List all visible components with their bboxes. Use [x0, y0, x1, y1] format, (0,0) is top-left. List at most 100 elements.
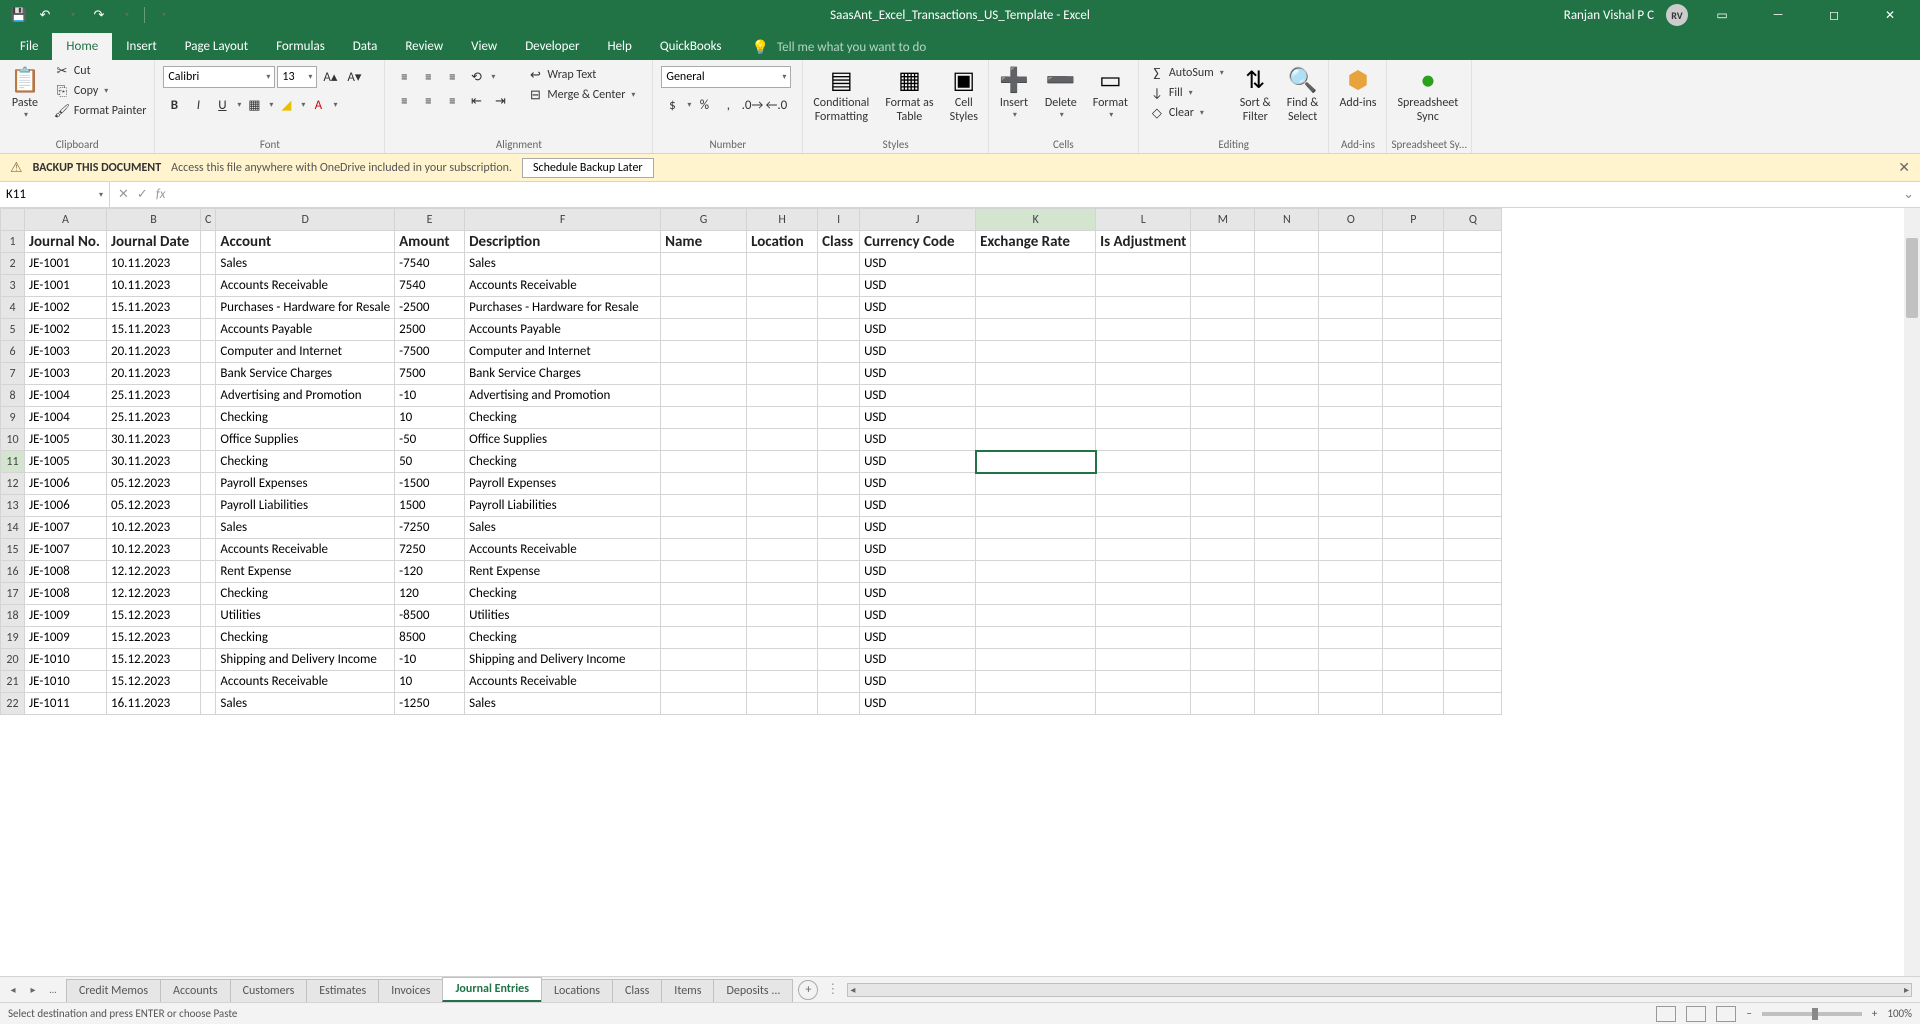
- cell[interactable]: [1319, 385, 1383, 407]
- ribbon-tab-developer[interactable]: Developer: [511, 33, 593, 60]
- cell[interactable]: [1383, 693, 1444, 715]
- cell[interactable]: Accounts Receivable: [216, 671, 395, 693]
- cell[interactable]: [1255, 429, 1319, 451]
- cell[interactable]: [1255, 231, 1319, 253]
- cell[interactable]: JE-1001: [25, 275, 107, 297]
- sheet-tab[interactable]: Items: [661, 979, 714, 1002]
- zoom-in-button[interactable]: +: [1872, 1007, 1877, 1020]
- cell[interactable]: [818, 253, 860, 275]
- cell[interactable]: [1255, 693, 1319, 715]
- cell[interactable]: [1383, 451, 1444, 473]
- sheet-tab[interactable]: Credit Memos: [66, 979, 161, 1002]
- cell[interactable]: [747, 605, 818, 627]
- cell[interactable]: 25.11.2023: [107, 385, 201, 407]
- cell[interactable]: JE-1003: [25, 341, 107, 363]
- merge-center-button[interactable]: ⊟Merge & Center▾: [523, 86, 639, 104]
- cell[interactable]: [1191, 385, 1255, 407]
- cell[interactable]: [1444, 363, 1502, 385]
- cell[interactable]: [1191, 693, 1255, 715]
- cell[interactable]: [1383, 605, 1444, 627]
- cell[interactable]: [1319, 627, 1383, 649]
- qat-customize[interactable]: ▾: [155, 6, 173, 24]
- cell[interactable]: [818, 561, 860, 583]
- wrap-text-button[interactable]: ↩Wrap Text: [523, 66, 639, 84]
- cell[interactable]: 16.11.2023: [107, 693, 201, 715]
- cell[interactable]: [201, 473, 216, 495]
- font-size-selector[interactable]: 13▾: [277, 66, 317, 88]
- cell[interactable]: JE-1009: [25, 605, 107, 627]
- cell[interactable]: [661, 693, 747, 715]
- cell[interactable]: JE-1002: [25, 319, 107, 341]
- cell[interactable]: [1191, 253, 1255, 275]
- cell[interactable]: 15.12.2023: [107, 649, 201, 671]
- zoom-slider[interactable]: [1762, 1012, 1862, 1016]
- cell[interactable]: [1191, 451, 1255, 473]
- cell[interactable]: [201, 363, 216, 385]
- cell[interactable]: [976, 671, 1096, 693]
- cell[interactable]: Shipping and Delivery Income: [465, 649, 661, 671]
- cell[interactable]: Office Supplies: [216, 429, 395, 451]
- cell[interactable]: Sales: [216, 253, 395, 275]
- cell[interactable]: Accounts Receivable: [465, 671, 661, 693]
- cell[interactable]: [1096, 473, 1191, 495]
- cell[interactable]: Rent Expense: [465, 561, 661, 583]
- undo-icon[interactable]: ↶: [36, 6, 54, 24]
- column-header[interactable]: I: [818, 209, 860, 231]
- cell[interactable]: -10: [395, 385, 465, 407]
- cell[interactable]: -7250: [395, 517, 465, 539]
- cell[interactable]: [747, 341, 818, 363]
- column-header[interactable]: E: [395, 209, 465, 231]
- align-bottom-icon[interactable]: ≡: [441, 66, 463, 88]
- cell[interactable]: [1191, 319, 1255, 341]
- cell[interactable]: [1255, 561, 1319, 583]
- cell[interactable]: [1444, 649, 1502, 671]
- row-header[interactable]: 14: [1, 517, 25, 539]
- normal-view-button[interactable]: [1656, 1006, 1676, 1022]
- cell[interactable]: Computer and Internet: [465, 341, 661, 363]
- cell[interactable]: [1096, 319, 1191, 341]
- column-header[interactable]: M: [1191, 209, 1255, 231]
- cell[interactable]: [201, 253, 216, 275]
- cell[interactable]: Sales: [465, 693, 661, 715]
- comma-format-icon[interactable]: ,: [717, 94, 739, 116]
- ribbon-tab-home[interactable]: Home: [52, 33, 112, 60]
- column-header[interactable]: Q: [1444, 209, 1502, 231]
- cell[interactable]: [1383, 319, 1444, 341]
- cell[interactable]: [1191, 583, 1255, 605]
- increase-font-icon[interactable]: A▴: [319, 66, 341, 88]
- cell[interactable]: 20.11.2023: [107, 363, 201, 385]
- bold-button[interactable]: B: [163, 94, 185, 116]
- cell[interactable]: [201, 275, 216, 297]
- row-header[interactable]: 21: [1, 671, 25, 693]
- cell[interactable]: [1383, 363, 1444, 385]
- cell[interactable]: [1383, 561, 1444, 583]
- cell[interactable]: [1096, 275, 1191, 297]
- cell[interactable]: 10.11.2023: [107, 253, 201, 275]
- cell[interactable]: JE-1006: [25, 495, 107, 517]
- cell[interactable]: [818, 693, 860, 715]
- cell[interactable]: [1096, 517, 1191, 539]
- autosum-button[interactable]: ∑AutoSum▾: [1145, 64, 1228, 82]
- cell[interactable]: 30.11.2023: [107, 451, 201, 473]
- sheet-nav-last-icon[interactable]: ▸: [24, 981, 42, 999]
- cell[interactable]: Exchange Rate: [976, 231, 1096, 253]
- cell[interactable]: [1191, 473, 1255, 495]
- cell[interactable]: Purchases - Hardware for Resale: [216, 297, 395, 319]
- cell[interactable]: USD: [860, 253, 976, 275]
- cell[interactable]: [1319, 671, 1383, 693]
- cell[interactable]: -50: [395, 429, 465, 451]
- cell[interactable]: [1444, 231, 1502, 253]
- cell[interactable]: Bank Service Charges: [465, 363, 661, 385]
- cell[interactable]: [818, 451, 860, 473]
- vertical-scrollbar[interactable]: [1904, 208, 1920, 976]
- format-cells-button[interactable]: ▭Format▾: [1087, 62, 1134, 122]
- cell[interactable]: USD: [860, 627, 976, 649]
- cell[interactable]: [976, 605, 1096, 627]
- cell[interactable]: [1191, 297, 1255, 319]
- cell[interactable]: [1191, 539, 1255, 561]
- row-header[interactable]: 17: [1, 583, 25, 605]
- cell[interactable]: Advertising and Promotion: [465, 385, 661, 407]
- cell[interactable]: Checking: [465, 451, 661, 473]
- cell[interactable]: [1444, 275, 1502, 297]
- cell[interactable]: [1255, 473, 1319, 495]
